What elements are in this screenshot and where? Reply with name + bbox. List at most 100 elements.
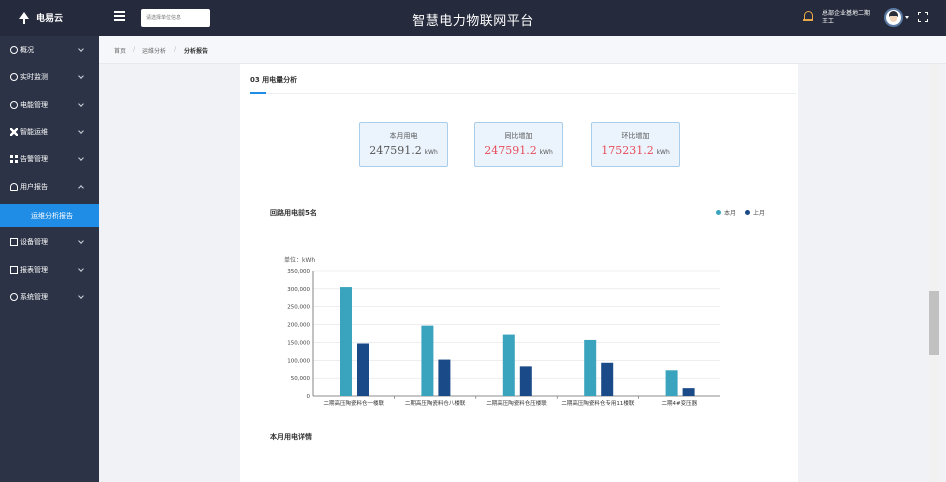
bar-current [421,325,434,396]
stat-value: 247591.2 kWh [475,144,562,157]
stat-label: 同比增加 [504,132,533,140]
y-tick-label: 300,000 [287,287,310,293]
sidebar: 概况 实时监测 电能管理 智能运维 告警管理 用户报告 运维分析报告 设备管理 … [0,36,99,482]
breadcrumb-home[interactable]: 首页 [114,46,126,55]
y-tick-label: 200,000 [287,323,310,329]
x-tick-label: 二期4#变压器 [661,399,697,407]
sidebar-item-label: 智能运维 [20,128,48,136]
bar-last [601,362,614,396]
x-tick-label: 二期高压陶瓷料仓压楼联 [486,399,547,407]
chevron-down-icon[interactable] [905,16,909,19]
chevron-down-icon [78,73,84,79]
sidebar-item-label: 报表管理 [20,266,48,274]
stat-number: 175231.2 [601,144,654,157]
breadcrumb-level1[interactable]: 运维分析 [142,46,166,55]
chevron-down-icon [78,155,84,161]
sidebar-item-label: 实时监测 [20,73,48,81]
breadcrumb-separator: / [133,46,136,53]
stat-number: 247591.2 [484,144,537,157]
sidebar-item-energy[interactable]: 电能管理 [0,95,99,115]
bar-last [519,366,532,396]
y-tick-label: 250,000 [287,305,310,311]
y-tick-label: 150,000 [287,340,310,346]
app-logo[interactable]: 电易云 [18,11,63,24]
user-info[interactable]: 总部企业基地二期 王工 [822,10,870,26]
bar-last [438,359,451,396]
stat-card-mom-increase: 环比增加 175231.2 kWh [591,122,680,167]
logo-icon [18,11,30,24]
y-tick-label: 50,000 [291,376,311,382]
sidebar-subitem-label: 运维分析报告 [31,212,73,220]
breadcrumb-separator: / [174,46,177,53]
title-underline [250,92,266,94]
report-icon [10,266,18,274]
power-icon [10,101,18,109]
scrollbar-thumb[interactable] [929,291,939,355]
breadcrumb: 首页 / 运维分析 / 分析报告 [99,36,946,64]
sidebar-item-alarms[interactable]: 告警管理 [0,149,99,169]
stat-unit: kWh [539,149,553,156]
stat-label: 本月用电 [389,132,418,140]
sidebar-item-label: 概况 [20,46,34,54]
sidebar-item-devices[interactable]: 设备管理 [0,232,99,252]
chart-title: 回路用电前5名 [270,209,317,217]
sidebar-item-maintenance[interactable]: 智能运维 [0,122,99,142]
bar-last [682,388,695,396]
bell-icon[interactable] [803,11,814,23]
x-tick-label: 二期高压陶瓷料仓一楼联 [323,399,384,407]
y-tick-label: 100,000 [287,358,310,364]
chevron-down-icon [78,293,84,299]
legend-label: 本月 [724,210,737,217]
bar-current [584,339,597,396]
fullscreen-icon[interactable] [918,12,928,22]
avatar[interactable] [884,8,903,27]
stat-unit: kWh [656,149,670,156]
bar-chart: 单位：kWh 0 50,000 100,000 150,000 200,000 250,00… [284,256,720,407]
chevron-down-icon [78,266,84,272]
bar-current [502,334,515,396]
y-tick-label: 350,000 [287,269,310,275]
section-title: 03 用电量分析 [250,76,298,84]
legend-item-current[interactable]: 本月 [716,208,736,217]
sidebar-item-system[interactable]: 系统管理 [0,287,99,307]
sidebar-item-label: 用户报告 [20,183,48,191]
detail-title: 本月用电详情 [270,433,312,441]
sidebar-item-label: 系统管理 [20,293,48,301]
legend-item-last[interactable]: 上月 [745,208,765,217]
menu-toggle-icon[interactable] [114,11,125,21]
sidebar-item-label: 告警管理 [20,155,48,163]
sidebar-item-overview[interactable]: 概况 [0,40,99,60]
sidebar-subitem-analysis-report[interactable]: 运维分析报告 [0,204,99,227]
bar-last [357,343,369,396]
legend-dot-icon [716,210,721,215]
monitor-icon [10,73,18,81]
breadcrumb-current: 分析报告 [184,48,209,55]
sidebar-item-reports[interactable]: 报表管理 [0,260,99,280]
x-tick-label: 二期高压陶瓷料仓专用11楼联 [561,399,634,407]
stat-card-yoy-increase: 同比增加 247591.2 kWh [474,122,563,167]
dashboard-icon [10,46,18,54]
user-name: 王工 [822,18,835,25]
device-icon [10,238,18,246]
chevron-down-icon [78,238,84,244]
user-report-icon [10,183,18,191]
legend-dot-icon [745,210,750,215]
sidebar-item-label: 电能管理 [20,101,48,109]
sidebar-item-monitoring[interactable]: 实时监测 [0,67,99,87]
unit-search-input[interactable] [141,9,210,27]
bar-current [340,287,352,396]
x-tick-label: 二期高压陶瓷料仓八楼联 [405,399,466,407]
y-tick-label: 0 [307,394,311,400]
chevron-down-icon [78,128,84,134]
top-header: 电易云 智慧电力物联网平台 总部企业基地二期 王工 [0,0,946,36]
stat-unit: kWh [424,149,438,156]
sidebar-item-user-report[interactable]: 用户报告 [0,177,99,197]
stat-value: 247591.2 kWh [360,144,447,157]
stat-number: 247591.2 [369,144,422,157]
chevron-down-icon [78,46,84,52]
tools-icon [10,128,18,136]
divider [250,93,796,94]
sidebar-item-label: 设备管理 [20,238,48,246]
y-axis-label: 单位：kWh [284,256,315,264]
scrollbar-track[interactable] [929,64,939,482]
